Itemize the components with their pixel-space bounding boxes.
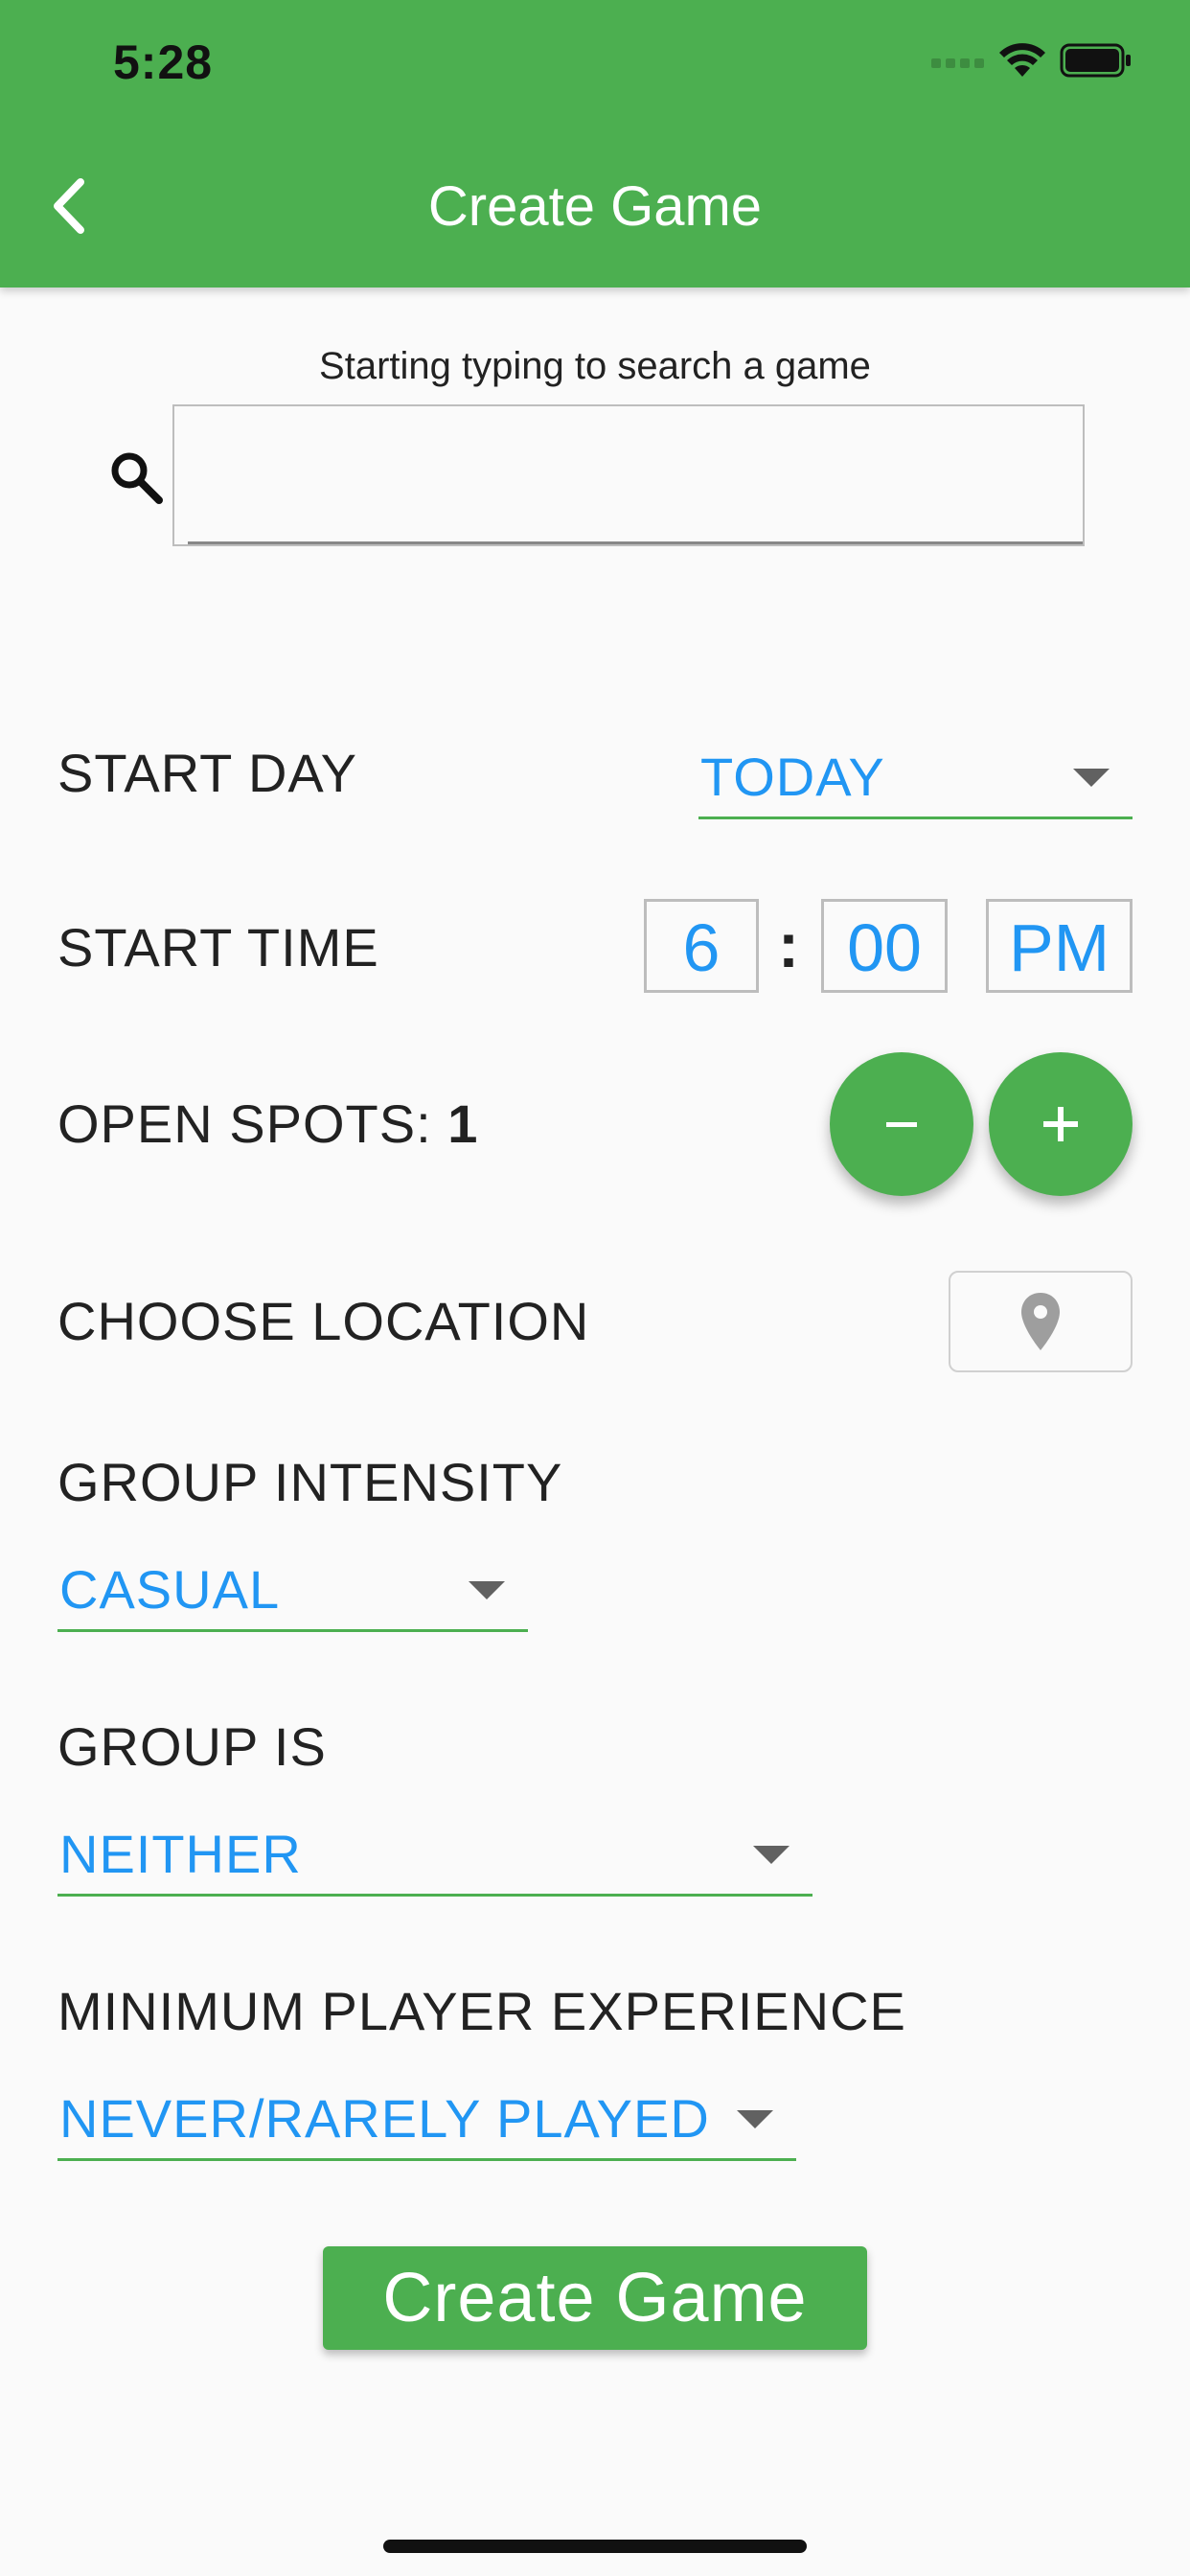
group-is-dropdown[interactable]: NEITHER bbox=[57, 1813, 812, 1897]
start-day-label: START DAY bbox=[57, 743, 357, 803]
minute-field[interactable]: 00 bbox=[821, 899, 948, 993]
search-hint: Starting typing to search a game bbox=[319, 345, 871, 387]
open-spots-count: 1 bbox=[447, 1093, 479, 1154]
minus-icon bbox=[886, 1122, 917, 1127]
search-input-underline bbox=[188, 541, 1083, 544]
dropdown-arrow-icon bbox=[753, 1846, 790, 1864]
dropdown-arrow-icon bbox=[469, 1581, 505, 1599]
start-time-label: START TIME bbox=[57, 917, 379, 978]
group-intensity-label: GROUP INTENSITY bbox=[57, 1452, 563, 1512]
min-experience-value: NEVER/RARELY PLAYED bbox=[59, 2088, 710, 2149]
period-field[interactable]: PM bbox=[986, 899, 1133, 993]
status-icons bbox=[931, 42, 1133, 79]
min-experience-dropdown[interactable]: NEVER/RARELY PLAYED bbox=[57, 2078, 796, 2161]
increment-button[interactable] bbox=[989, 1052, 1133, 1196]
decrement-button[interactable] bbox=[830, 1052, 973, 1196]
battery-icon bbox=[1060, 43, 1131, 78]
home-indicator bbox=[383, 2540, 807, 2553]
status-time: 5:28 bbox=[113, 35, 214, 89]
time-separator: : bbox=[778, 909, 799, 980]
group-intensity-value: CASUAL bbox=[59, 1559, 281, 1620]
open-spots-label: OPEN SPOTS: 1 bbox=[57, 1092, 478, 1155]
choose-location-button[interactable] bbox=[949, 1271, 1133, 1372]
hour-field[interactable]: 6 bbox=[644, 899, 759, 993]
search-icon bbox=[107, 448, 165, 506]
group-intensity-dropdown[interactable]: CASUAL bbox=[57, 1549, 528, 1632]
group-is-label: GROUP IS bbox=[57, 1716, 327, 1777]
map-pin-icon bbox=[1021, 1293, 1060, 1350]
dropdown-arrow-icon bbox=[1073, 769, 1110, 787]
wifi-icon bbox=[999, 43, 1045, 77]
signal-icon bbox=[931, 58, 984, 68]
search-input[interactable] bbox=[172, 404, 1085, 546]
page-title: Create Game bbox=[427, 175, 763, 238]
min-experience-label: MINIMUM PLAYER EXPERIENCE bbox=[57, 1981, 906, 2041]
open-spots-text: OPEN SPOTS: bbox=[57, 1093, 448, 1154]
app-bar: 5:28 Create Game bbox=[0, 0, 1190, 288]
plus-icon bbox=[1043, 1107, 1078, 1141]
start-day-value: TODAY bbox=[700, 747, 885, 807]
group-is-value: NEITHER bbox=[59, 1824, 302, 1884]
create-game-button[interactable]: Create Game bbox=[323, 2246, 867, 2350]
dropdown-arrow-icon bbox=[737, 2110, 773, 2128]
start-day-dropdown[interactable]: TODAY bbox=[698, 736, 1133, 819]
choose-location-label: CHOOSE LOCATION bbox=[57, 1291, 590, 1351]
